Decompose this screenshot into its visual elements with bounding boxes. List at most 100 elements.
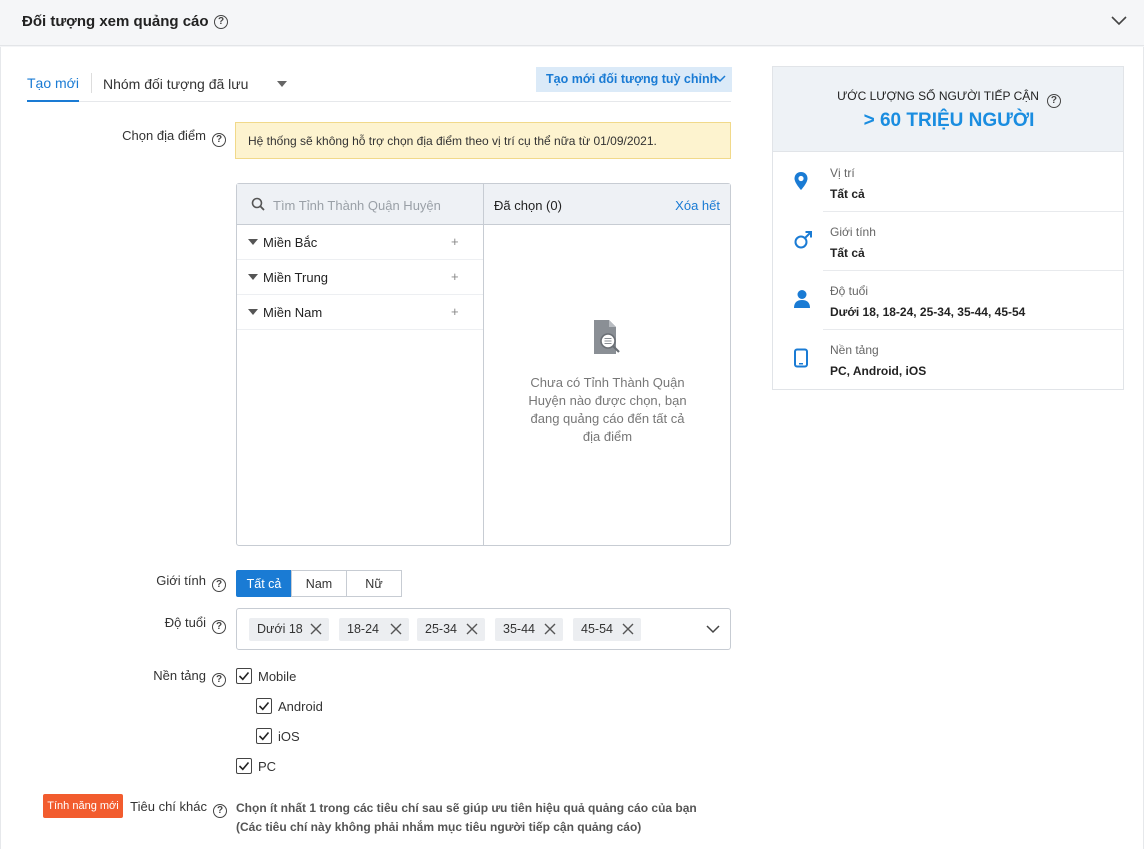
region-item[interactable]: Miền Nam + — [237, 295, 483, 330]
age-select[interactable]: Dưới 18 18-24 25-34 35-44 45-54 — [236, 608, 731, 650]
checkbox[interactable] — [256, 698, 272, 714]
caret-down-icon[interactable] — [248, 274, 258, 280]
estimate-key: Nền tảng — [830, 343, 879, 357]
audience-tabs: Tạo mới Nhóm đối tượng đã lưu Tạo mới đố… — [27, 67, 732, 102]
age-chip-label: 25-34 — [425, 622, 457, 636]
estimate-key: Vị trí — [830, 166, 855, 180]
plus-icon[interactable]: + — [451, 269, 459, 284]
checkbox[interactable] — [256, 728, 272, 744]
gender-option-female[interactable]: Nữ — [346, 570, 402, 597]
reach-estimate-title: ƯỚC LƯỢNG SỐ NGƯỜI TIẾP CẬN — [837, 89, 1039, 103]
close-icon[interactable] — [310, 623, 322, 635]
estimate-key: Độ tuổi — [830, 284, 869, 298]
age-chip-label: 18-24 — [347, 622, 379, 636]
region-item[interactable]: Miền Trung + — [237, 260, 483, 295]
region-name: Miền Trung — [263, 270, 329, 285]
checkbox-label: PC — [258, 758, 277, 774]
check-icon — [238, 761, 250, 771]
tab-new[interactable]: Tạo mới — [27, 75, 79, 102]
region-name: Miền Bắc — [263, 235, 318, 250]
estimate-row-gender: Giới tính Tất cả — [773, 212, 1123, 271]
section-title: Đối tượng xem quảng cáo — [22, 13, 209, 30]
help-icon[interactable]: ? — [212, 578, 226, 592]
new-feature-badge: Tính năng mới — [43, 794, 123, 818]
gender-option-all[interactable]: Tất cả — [236, 570, 292, 597]
clear-all-link[interactable]: Xóa hết — [675, 198, 720, 213]
other-criteria-description: Chọn ít nhất 1 trong các tiêu chí sau sẽ… — [236, 799, 697, 837]
plus-icon[interactable]: + — [451, 234, 459, 249]
estimate-value: Dưới 18, 18-24, 25-34, 35-44, 45-54 — [830, 305, 1026, 319]
close-icon[interactable] — [390, 623, 402, 635]
selected-count: Đã chọn (0) — [494, 198, 562, 213]
estimate-row-age: Độ tuổi Dưới 18, 18-24, 25-34, 35-44, 45… — [773, 271, 1123, 330]
person-icon — [794, 290, 810, 308]
male-gender-icon — [794, 231, 812, 249]
age-chip: 18-24 — [339, 618, 409, 641]
create-custom-audience-button[interactable]: Tạo mới đối tượng tuỳ chỉnh — [536, 67, 732, 92]
checkbox-pc[interactable]: PC — [236, 758, 276, 774]
checkbox-android[interactable]: Android — [256, 698, 323, 714]
estimate-key: Giới tính — [830, 225, 876, 239]
reach-estimate-value: > 60 TRIỆU NGƯỜI — [863, 110, 1035, 131]
other-criteria-label-text: Tiêu chí khác — [130, 799, 207, 814]
gender-option-male[interactable]: Nam — [291, 570, 347, 597]
chevron-down-icon[interactable] — [1110, 14, 1128, 28]
reach-estimate-card: ƯỚC LƯỢNG SỐ NGƯỜI TIẾP CẬN? > 60 TRIỆU … — [772, 66, 1124, 390]
caret-down-icon[interactable] — [277, 81, 287, 87]
reach-estimate-header: ƯỚC LƯỢNG SỐ NGƯỜI TIẾP CẬN? > 60 TRIỆU … — [773, 67, 1123, 152]
other-criteria-line1: Chọn ít nhất 1 trong các tiêu chí sau sẽ… — [236, 801, 697, 815]
other-criteria-line2: (Các tiêu chí này không phải nhắm mục ti… — [236, 820, 642, 834]
chevron-down-icon — [714, 75, 726, 83]
age-chip: Dưới 18 — [249, 618, 329, 641]
help-icon[interactable]: ? — [212, 673, 226, 687]
other-criteria-label: Tiêu chí khác? — [127, 799, 227, 818]
checkbox[interactable] — [236, 758, 252, 774]
help-icon[interactable]: ? — [213, 804, 227, 818]
tablet-icon — [794, 348, 808, 368]
section-header[interactable]: Đối tượng xem quảng cáo ? — [0, 0, 1144, 46]
tab-divider — [91, 73, 92, 93]
gender-selector: Tất cả Nam Nữ — [236, 570, 402, 597]
location-label-text: Chọn địa điểm — [122, 128, 206, 143]
checkbox-label: Android — [278, 698, 323, 714]
checkbox-mobile[interactable]: Mobile — [236, 668, 296, 684]
age-chip-label: 45-54 — [581, 622, 613, 636]
estimate-value: Tất cả — [830, 187, 865, 201]
search-input[interactable]: Tìm Tỉnh Thành Quận Huyện — [273, 198, 441, 213]
age-chip: 45-54 — [573, 618, 641, 641]
help-icon[interactable]: ? — [1046, 94, 1061, 108]
close-icon[interactable] — [466, 623, 478, 635]
age-label: Độ tuổi? — [91, 615, 226, 634]
tab-saved-groups[interactable]: Nhóm đối tượng đã lưu — [103, 76, 248, 92]
chevron-down-icon[interactable] — [706, 624, 720, 634]
empty-selection-message: Chưa có Tỉnh Thành Quận Huyện nào được c… — [528, 375, 687, 444]
help-icon[interactable]: ? — [212, 620, 226, 634]
age-chip-label: 35-44 — [503, 622, 535, 636]
close-icon[interactable] — [544, 623, 556, 635]
estimate-value: PC, Android, iOS — [830, 364, 927, 378]
location-picker: Tìm Tỉnh Thành Quận Huyện Miền Bắc + Miề… — [236, 183, 731, 546]
close-icon[interactable] — [622, 623, 634, 635]
gender-label: Giới tính? — [91, 573, 226, 592]
plus-icon[interactable]: + — [451, 304, 459, 319]
location-search[interactable]: Tìm Tỉnh Thành Quận Huyện — [237, 184, 483, 225]
location-pin-icon — [794, 172, 808, 190]
caret-down-icon[interactable] — [248, 239, 258, 245]
region-list: Tìm Tỉnh Thành Quận Huyện Miền Bắc + Miề… — [237, 184, 484, 545]
region-item[interactable]: Miền Bắc + — [237, 225, 483, 260]
check-icon — [258, 701, 270, 711]
caret-down-icon[interactable] — [248, 309, 258, 315]
location-label: Chọn địa điểm? — [91, 128, 226, 147]
selected-header: Đã chọn (0) Xóa hết — [484, 184, 730, 225]
check-icon — [238, 671, 250, 681]
age-chip: 25-34 — [417, 618, 485, 641]
age-chip: 35-44 — [495, 618, 563, 641]
estimate-value: Tất cả — [830, 246, 865, 260]
reach-estimate-title-row: ƯỚC LƯỢNG SỐ NGƯỜI TIẾP CẬN? — [773, 89, 1125, 108]
estimate-row-location: Vị trí Tất cả — [773, 153, 1123, 212]
platform-label: Nền tảng? — [91, 668, 226, 687]
help-icon[interactable]: ? — [212, 133, 226, 147]
checkbox[interactable] — [236, 668, 252, 684]
checkbox-ios[interactable]: iOS — [256, 728, 300, 744]
help-icon[interactable]: ? — [214, 15, 228, 29]
